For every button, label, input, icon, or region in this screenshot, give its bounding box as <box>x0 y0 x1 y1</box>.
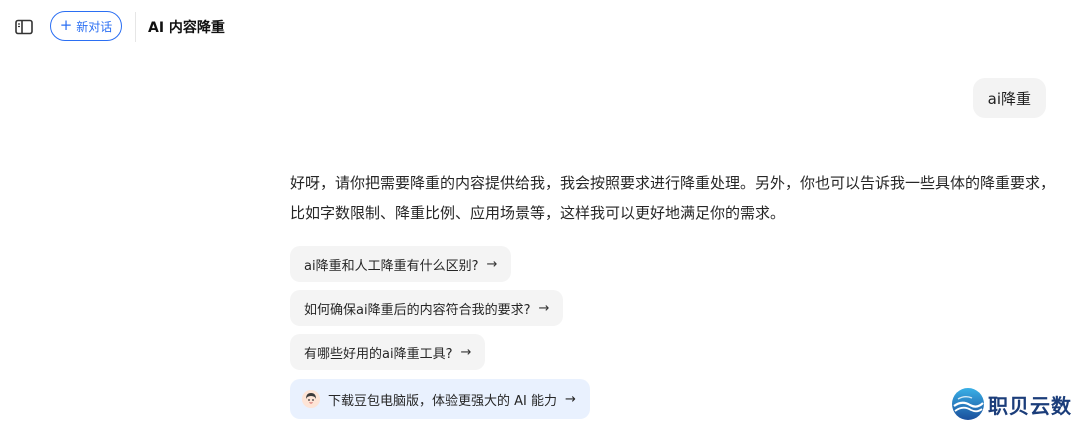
suggestion-label: ai降重和人工降重有什么区别? <box>304 258 479 274</box>
new-chat-button[interactable]: + 新对话 <box>50 11 122 41</box>
header-divider <box>135 12 136 42</box>
download-desktop-promo[interactable]: 下载豆包电脑版，体验更强大的 AI 能力 → <box>290 379 590 419</box>
suggestion-chip-2[interactable]: 如何确保ai降重后的内容符合我的要求? → <box>290 290 564 326</box>
arrow-right-icon: → <box>565 391 576 407</box>
suggestion-chip-1[interactable]: ai降重和人工降重有什么区别? → <box>290 246 512 282</box>
assistant-message: 好呀，请你把需要降重的内容提供给我，我会按照要求进行降重处理。另外，你也可以告诉… <box>290 174 1056 222</box>
watermark: 职贝云数 <box>950 386 1072 422</box>
arrow-right-icon: → <box>538 300 550 316</box>
promo-label: 下载豆包电脑版，体验更强大的 AI 能力 <box>328 393 557 409</box>
conversation-title: AI 内容降重 <box>148 20 225 36</box>
arrow-right-icon: → <box>486 256 498 272</box>
user-message-bubble: ai降重 <box>972 78 1046 118</box>
doubao-avatar-icon <box>302 390 320 408</box>
sidebar-toggle-icon <box>15 19 33 35</box>
plus-icon: + <box>59 16 73 34</box>
sidebar-toggle-button[interactable] <box>10 14 38 40</box>
arrow-right-icon: → <box>460 344 472 360</box>
new-chat-label: 新对话 <box>76 19 113 34</box>
suggestion-label: 有哪些好用的ai降重工具? <box>304 346 453 362</box>
suggestion-label: 如何确保ai降重后的内容符合我的要求? <box>304 302 531 318</box>
suggestion-chip-3[interactable]: 有哪些好用的ai降重工具? → <box>290 334 486 370</box>
watermark-text: 职贝云数 <box>988 393 1072 418</box>
top-bar: + 新对话 AI 内容降重 <box>0 0 1080 54</box>
zhibei-logo-icon <box>952 388 984 420</box>
